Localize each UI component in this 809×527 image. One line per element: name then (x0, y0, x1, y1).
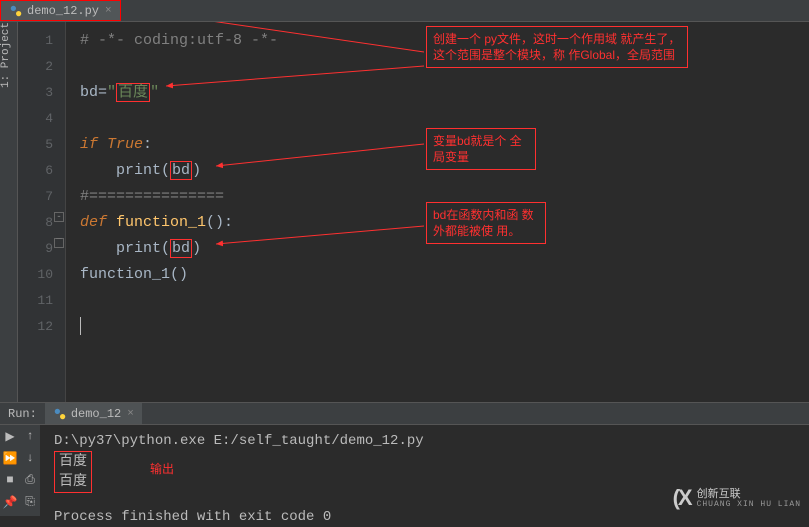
line-number: 5 (18, 132, 53, 158)
run-config-tab[interactable]: demo_12 × (45, 403, 142, 424)
tool-icon[interactable]: ⎙ (23, 473, 37, 487)
run-header: Run: demo_12 × (0, 403, 809, 425)
run-config-name: demo_12 (71, 407, 121, 421)
rerun-icon[interactable]: ▶ (3, 429, 17, 443)
output-line: 百度 (59, 452, 87, 472)
line-number: 6 (18, 158, 53, 184)
code-call-function1: function_1 (80, 266, 170, 283)
text-caret (80, 317, 81, 335)
annotation-global-scope: 创建一个 py文件，这时一个作用域 就产生了，这个范围是整个模块，称 作Glob… (426, 26, 688, 68)
watermark-sub: CHUANG XIN HU LIAN (697, 500, 801, 509)
code-arg-bd: bd (170, 239, 192, 258)
run-output-box: 百度 百度 (54, 451, 92, 493)
project-tool-sidebar[interactable]: 1: Project (0, 22, 18, 402)
code-keyword-def: def (80, 214, 107, 231)
down-icon[interactable]: ↓ (23, 451, 37, 465)
code-funcname: function_1 (107, 214, 206, 231)
line-number: 3 (18, 80, 53, 106)
line-number: 10 (18, 262, 53, 288)
file-tab-filename: demo_12.py (27, 4, 99, 18)
line-number: 8 (18, 210, 53, 236)
line-number: 7 (18, 184, 53, 210)
line-number: 9 (18, 236, 53, 262)
watermark-logo-icon: (X (673, 485, 691, 511)
code-comment: # -*- coding:utf-8 -*- (80, 32, 278, 49)
project-tool-label: 1: Project (0, 22, 12, 94)
code-arg-bd: bd (170, 161, 192, 180)
file-tab-demo12[interactable]: demo_12.py × (0, 0, 121, 21)
code-editor[interactable]: 1 2 3 4 5 6 7 8 9 10 11 12 - ‾ # -*- cod… (18, 22, 809, 402)
line-number: 1 (18, 28, 53, 54)
code-keyword-if: if (80, 136, 98, 153)
line-number: 2 (18, 54, 53, 80)
close-icon[interactable]: × (127, 408, 134, 420)
line-number: 12 (18, 314, 53, 340)
code-call-print: print (116, 162, 161, 179)
watermark-name: 创新互联 (697, 488, 801, 500)
run-command-line: D:\py37\python.exe E:/self_taught/demo_1… (54, 431, 795, 451)
run-tool-column-2: ↑ ↓ ⎙ ⎘ (20, 425, 40, 516)
output-line: 百度 (59, 472, 87, 492)
stop-icon[interactable]: ■ (3, 473, 17, 487)
tool-icon[interactable]: ⎘ (23, 495, 37, 509)
line-number-gutter: 1 2 3 4 5 6 7 8 9 10 11 12 - ‾ (18, 22, 66, 402)
annotation-output-label: 输出 (150, 459, 174, 479)
up-icon[interactable]: ↑ (23, 429, 37, 443)
annotation-global-var: 变量bd就是个 全局变量 (426, 128, 536, 170)
code-variable-bd: bd (80, 84, 98, 101)
python-file-icon (9, 4, 23, 18)
run-tool-column-1: ▶ ⏩ ■ 📌 (0, 425, 20, 516)
close-tab-icon[interactable]: × (105, 5, 112, 17)
code-call-print: print (116, 240, 161, 257)
line-number: 4 (18, 106, 53, 132)
tool-icon[interactable]: ⏩ (3, 451, 17, 465)
python-file-icon (53, 407, 67, 421)
code-content[interactable]: # -*- coding:utf-8 -*- bd="百度" if True: … (66, 22, 809, 402)
run-label: Run: (8, 407, 37, 421)
fold-end-icon: ‾ (54, 238, 64, 248)
watermark-logo: (X 创新互联 CHUANG XIN HU LIAN (673, 485, 801, 511)
line-number: 11 (18, 288, 53, 314)
pin-icon[interactable]: 📌 (3, 495, 17, 509)
code-separator: #=============== (80, 188, 224, 205)
tab-bar: demo_12.py × (0, 0, 809, 22)
code-string-baidu: 百度 (116, 83, 150, 102)
annotation-bd-scope: bd在函数内和函 数外都能被使 用。 (426, 202, 546, 244)
fold-toggle-icon[interactable]: - (54, 212, 64, 222)
